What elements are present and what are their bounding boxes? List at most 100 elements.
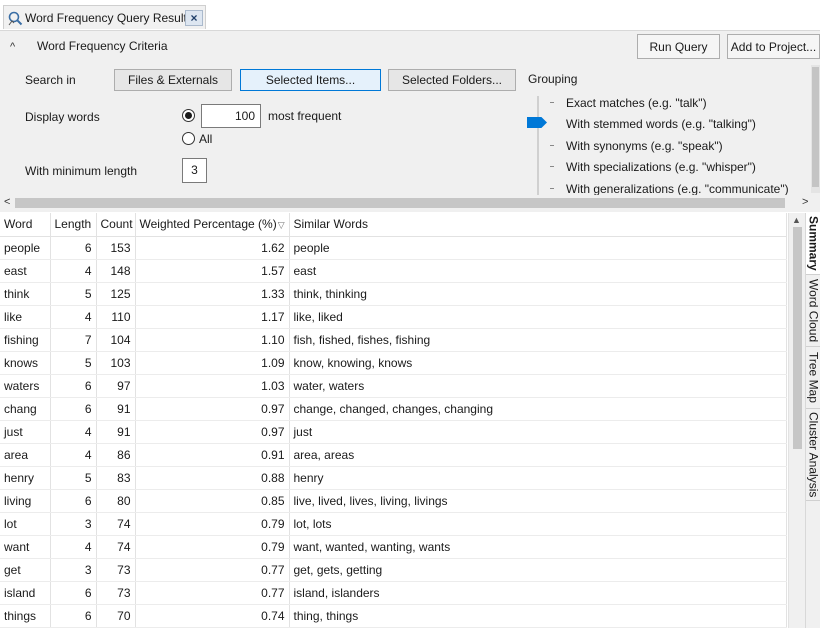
grouping-option-stemmed[interactable]: With stemmed words (e.g. "talking"): [566, 117, 756, 131]
search-in-label: Search in: [25, 73, 76, 87]
tab-cluster-analysis[interactable]: Cluster Analysis: [806, 409, 820, 501]
table-header-row: Word Length Count Weighted Percentage (%…: [0, 213, 787, 237]
cell-weighted-percentage: 1.17: [135, 305, 290, 329]
cell-similar-words: lot, lots: [289, 512, 787, 536]
scroll-up-icon[interactable]: ▲: [792, 215, 801, 225]
grouping-option-specializations[interactable]: With specializations (e.g. "whisper"): [566, 160, 756, 174]
cell-weighted-percentage: 1.09: [135, 351, 290, 375]
min-length-input[interactable]: 3: [182, 158, 207, 183]
cell-word: henry: [0, 466, 51, 490]
tab-word-frequency-results[interactable]: Word Frequency Query Results ×: [3, 5, 206, 29]
cell-count: 80: [96, 489, 136, 513]
tab-summary[interactable]: Summary: [806, 213, 820, 275]
grouping-tick: [550, 145, 554, 146]
scroll-left-icon[interactable]: <: [4, 196, 10, 208]
cell-word: waters: [0, 374, 51, 398]
all-radio[interactable]: [182, 132, 195, 145]
grouping-label: Grouping: [528, 72, 578, 86]
cell-weighted-percentage: 0.88: [135, 466, 290, 490]
cell-weighted-percentage: 1.57: [135, 259, 290, 283]
min-length-label: With minimum length: [25, 164, 138, 178]
cell-weighted-percentage: 0.91: [135, 443, 290, 467]
cell-similar-words: live, lived, lives, living, livings: [289, 489, 787, 513]
horizontal-scrollbar[interactable]: < >: [0, 195, 820, 212]
cell-count: 73: [96, 581, 136, 605]
grouping-option-synonyms[interactable]: With synonyms (e.g. "speak"): [566, 139, 723, 153]
table-row[interactable]: henry 5 83 0.88 henry: [0, 466, 787, 490]
close-icon[interactable]: ×: [185, 10, 203, 26]
sort-descending-icon: ▽: [277, 220, 285, 231]
selected-folders-button[interactable]: Selected Folders...: [388, 69, 516, 91]
selected-items-button[interactable]: Selected Items...: [240, 69, 381, 91]
column-header-weighted-percentage[interactable]: Weighted Percentage (%)▽: [135, 213, 290, 237]
table-row[interactable]: want 4 74 0.79 want, wanted, wanting, wants: [0, 535, 787, 559]
files-externals-button[interactable]: Files & Externals: [114, 69, 232, 91]
add-to-project-button[interactable]: Add to Project...: [727, 34, 820, 59]
cell-length: 6: [50, 374, 97, 398]
cell-weighted-percentage: 0.77: [135, 558, 290, 582]
table-row[interactable]: chang 6 91 0.97 change, changed, changes, ch…: [0, 397, 787, 421]
cell-similar-words: henry: [289, 466, 787, 490]
cell-weighted-percentage: 0.97: [135, 397, 290, 421]
criteria-scrollbar-thumb[interactable]: [812, 67, 819, 187]
column-header-similar-words[interactable]: Similar Words: [289, 213, 787, 237]
run-query-button[interactable]: Run Query: [637, 34, 720, 59]
cell-count: 83: [96, 466, 136, 490]
cell-similar-words: island, islanders: [289, 581, 787, 605]
grouping-slider-track[interactable]: [537, 96, 539, 195]
table-row[interactable]: knows 5 103 1.09 know, knowing, knows: [0, 351, 787, 375]
column-header-length[interactable]: Length: [50, 213, 97, 237]
cell-similar-words: get, gets, getting: [289, 558, 787, 582]
cell-similar-words: change, changed, changes, changing: [289, 397, 787, 421]
column-header-word[interactable]: Word: [0, 213, 51, 237]
cell-length: 5: [50, 282, 97, 306]
cell-word: just: [0, 420, 51, 444]
cell-length: 4: [50, 443, 97, 467]
table-row[interactable]: get 3 73 0.77 get, gets, getting: [0, 558, 787, 582]
scroll-right-icon[interactable]: >: [802, 196, 808, 208]
cell-length: 4: [50, 420, 97, 444]
column-header-count[interactable]: Count: [96, 213, 136, 237]
table-row[interactable]: island 6 73 0.77 island, islanders: [0, 581, 787, 605]
table-row[interactable]: think 5 125 1.33 think, thinking: [0, 282, 787, 306]
top-count-input[interactable]: 100: [201, 104, 261, 128]
cell-weighted-percentage: 1.03: [135, 374, 290, 398]
grouping-option-exact[interactable]: Exact matches (e.g. "talk"): [566, 96, 707, 110]
cell-word: island: [0, 581, 51, 605]
table-row[interactable]: just 4 91 0.97 just: [0, 420, 787, 444]
cell-weighted-percentage: 1.10: [135, 328, 290, 352]
grouping-slider-thumb[interactable]: [527, 117, 547, 128]
cell-weighted-percentage: 0.97: [135, 420, 290, 444]
display-words-label: Display words: [25, 110, 100, 124]
collapse-icon[interactable]: ^: [10, 41, 24, 53]
cell-length: 4: [50, 305, 97, 329]
cell-similar-words: area, areas: [289, 443, 787, 467]
grouping-option-generalizations[interactable]: With generalizations (e.g. "communicate"…: [566, 182, 789, 195]
criteria-scrollbar[interactable]: [811, 65, 820, 193]
tab-title: Word Frequency Query Results: [25, 10, 193, 25]
criteria-panel: ^ Word Frequency Criteria Run Query Add …: [0, 31, 820, 195]
table-row[interactable]: living 6 80 0.85 live, lived, lives, living,…: [0, 489, 787, 513]
cell-word: things: [0, 604, 51, 628]
table-row[interactable]: people 6 153 1.62 people: [0, 236, 787, 260]
cell-word: lot: [0, 512, 51, 536]
cell-count: 103: [96, 351, 136, 375]
table-row[interactable]: area 4 86 0.91 area, areas: [0, 443, 787, 467]
all-label: All: [199, 132, 213, 146]
cell-word: want: [0, 535, 51, 559]
table-scrollbar-thumb[interactable]: [793, 227, 802, 449]
horizontal-scrollbar-thumb[interactable]: [15, 198, 785, 208]
cell-similar-words: east: [289, 259, 787, 283]
table-row[interactable]: fishing 7 104 1.10 fish, fished, fishes, fis…: [0, 328, 787, 352]
table-row[interactable]: lot 3 74 0.79 lot, lots: [0, 512, 787, 536]
cell-count: 73: [96, 558, 136, 582]
table-row[interactable]: east 4 148 1.57 east: [0, 259, 787, 283]
table-row[interactable]: waters 6 97 1.03 water, waters: [0, 374, 787, 398]
cell-similar-words: just: [289, 420, 787, 444]
table-row[interactable]: things 6 70 0.74 thing, things: [0, 604, 787, 628]
table-scrollbar[interactable]: ▲: [788, 213, 805, 628]
table-row[interactable]: like 4 110 1.17 like, liked: [0, 305, 787, 329]
tab-tree-map[interactable]: Tree Map: [806, 347, 820, 409]
most-frequent-radio[interactable]: [182, 109, 195, 122]
tab-word-cloud[interactable]: Word Cloud: [806, 275, 820, 347]
